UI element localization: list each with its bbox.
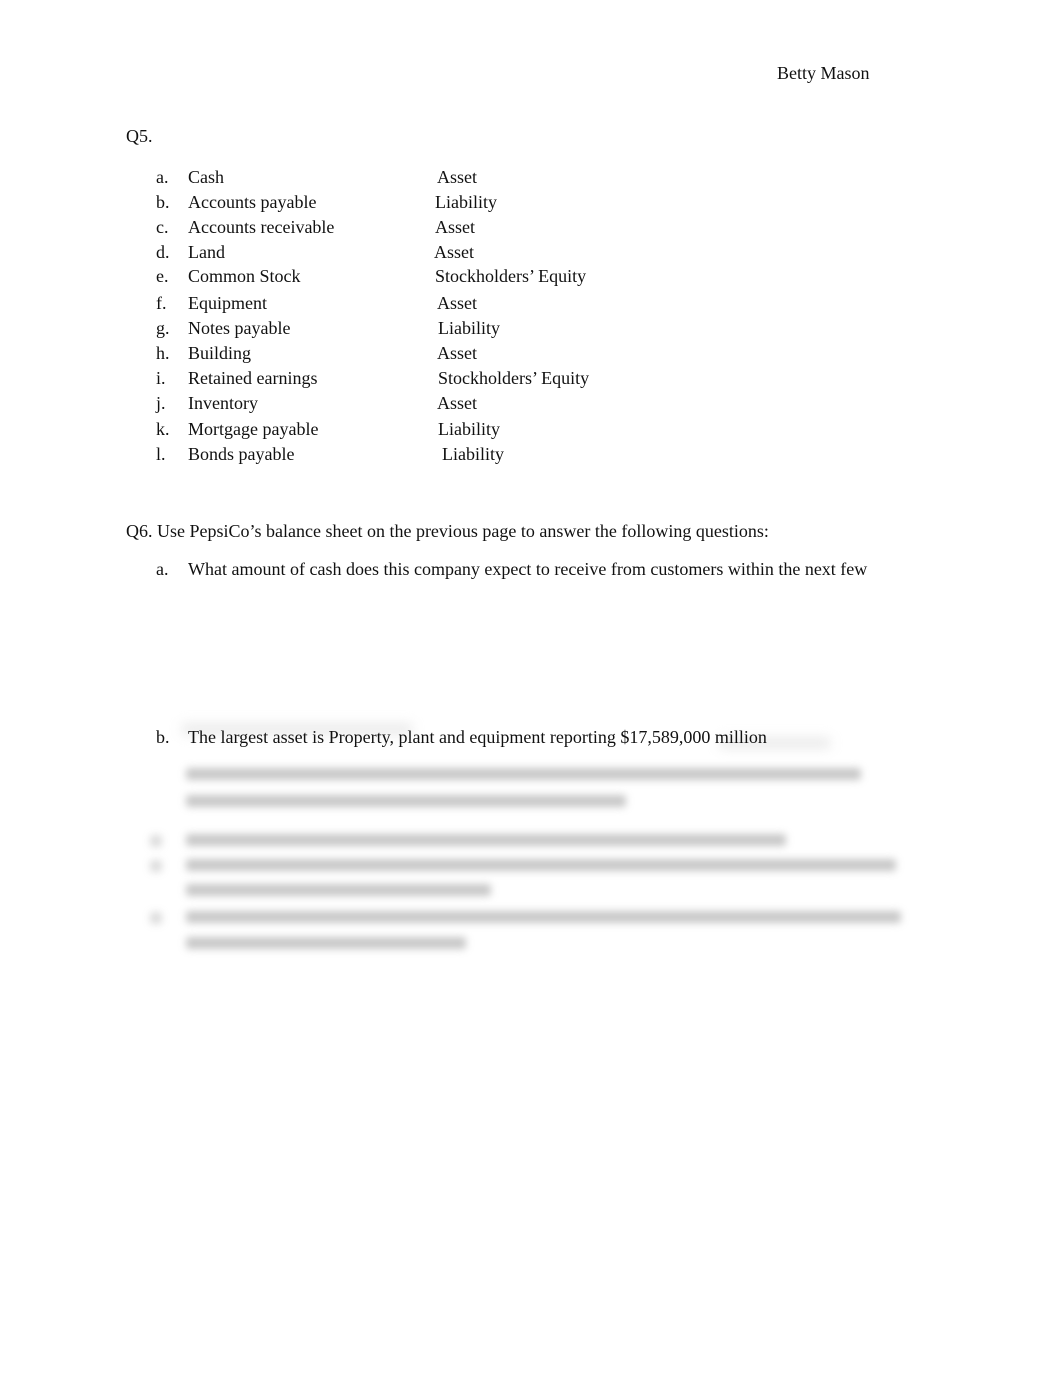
item-letter: a. — [156, 167, 169, 187]
item-letter: c. — [156, 217, 169, 237]
list-item: b. Accounts payable Liability — [0, 192, 1062, 214]
item-letter: b. — [156, 192, 170, 212]
item-name: Notes payable — [188, 318, 291, 338]
item-letter: k. — [156, 419, 170, 439]
item-classification: Liability — [438, 419, 500, 439]
item-classification: Stockholders’ Equity — [435, 266, 587, 286]
blurred-text-line — [186, 911, 901, 923]
item-classification: Asset — [437, 393, 477, 413]
question-5-label: Q5. — [126, 126, 153, 146]
item-name: Land — [188, 242, 225, 262]
item-classification: Liability — [438, 318, 500, 338]
list-item: k. Mortgage payable Liability — [0, 419, 1062, 441]
list-item: f. Equipment Asset — [0, 293, 1062, 315]
list-item: i. Retained earnings Stockholders’ Equit… — [0, 368, 1062, 390]
question-6-prompt: Q6. Use PepsiCo’s balance sheet on the p… — [126, 521, 769, 541]
q6a-letter: a. — [156, 559, 169, 579]
item-classification: Stockholders’ Equity — [438, 368, 590, 388]
item-name: Retained earnings — [188, 368, 318, 388]
item-classification: Asset — [435, 217, 475, 237]
blurred-text-line — [150, 912, 162, 924]
item-letter: l. — [156, 444, 166, 464]
list-item: g. Notes payable Liability — [0, 318, 1062, 340]
item-name: Bonds payable — [188, 444, 295, 464]
blurred-text-line — [150, 835, 162, 847]
blurred-text-line — [186, 834, 786, 846]
blurred-text-line — [150, 860, 162, 872]
item-letter: f. — [156, 293, 167, 313]
blurred-text-line — [186, 859, 896, 871]
item-letter: h. — [156, 343, 170, 363]
blurred-text-line — [186, 768, 861, 780]
list-item: l. Bonds payable Liability — [0, 444, 1062, 466]
item-letter: d. — [156, 242, 170, 262]
list-item: c. Accounts receivable Asset — [0, 217, 1062, 239]
q6b-answer: The largest asset is Property, plant and… — [188, 727, 767, 747]
list-item: d. Land Asset — [0, 242, 1062, 264]
blurred-text-line — [186, 937, 466, 949]
list-item: h. Building Asset — [0, 343, 1062, 365]
q6a-question: What amount of cash does this company ex… — [188, 559, 868, 579]
author-name: Betty Mason — [777, 63, 870, 83]
item-classification: Asset — [437, 343, 477, 363]
item-classification: Asset — [434, 242, 474, 262]
item-letter: e. — [156, 266, 169, 286]
item-name: Equipment — [188, 293, 267, 313]
item-classification: Asset — [437, 167, 477, 187]
item-classification: Liability — [435, 192, 497, 212]
item-name: Building — [188, 343, 252, 363]
list-item: j. Inventory Asset — [0, 393, 1062, 415]
item-name: Mortgage payable — [188, 419, 319, 439]
item-name: Common Stock — [188, 266, 301, 286]
item-letter: j. — [156, 393, 166, 413]
item-name: Cash — [188, 167, 224, 187]
blurred-text-line — [186, 795, 626, 807]
list-item: a. Cash Asset — [0, 167, 1062, 189]
q6b-letter: b. — [156, 727, 170, 747]
item-name: Inventory — [188, 393, 258, 413]
item-classification: Asset — [437, 293, 477, 313]
item-name: Accounts payable — [188, 192, 317, 212]
blurred-text-line — [186, 884, 491, 896]
list-item: e. Common Stock Stockholders’ Equity — [0, 266, 1062, 288]
item-letter: g. — [156, 318, 170, 338]
item-letter: i. — [156, 368, 166, 388]
item-classification: Liability — [442, 444, 504, 464]
item-name: Accounts receivable — [188, 217, 335, 237]
